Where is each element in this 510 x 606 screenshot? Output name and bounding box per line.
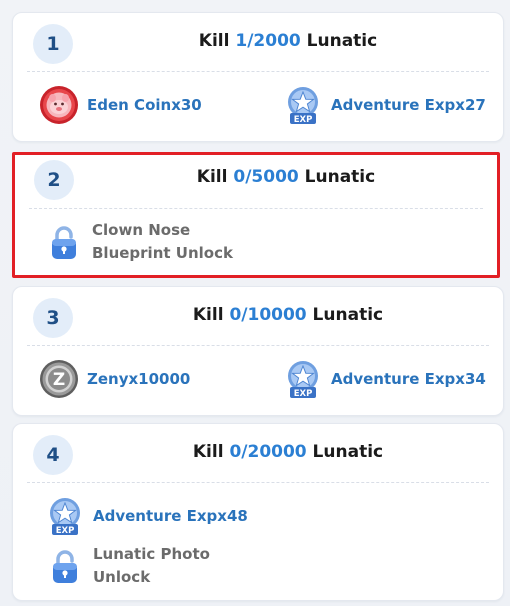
reward-label-line2: Unlock	[93, 568, 151, 586]
divider	[27, 345, 489, 346]
task-progress: 0/10000	[229, 305, 307, 325]
task-number-badge: 1	[33, 24, 73, 64]
reward-label-line1: Lunatic Photo	[93, 545, 210, 563]
task-title-prefix: Kill	[192, 442, 230, 462]
adventure-exp-icon: EXP	[50, 498, 80, 536]
task-title-prefix: Kill	[196, 167, 234, 187]
reward-label: Lunatic Photo Unlock	[93, 543, 210, 589]
reward-adventure-exp[interactable]: EXP Adventure Expx27	[283, 81, 486, 129]
reward-label-line1: Clown Nose	[92, 221, 191, 239]
lock-icon	[52, 226, 76, 259]
task-progress: 1/2000	[235, 31, 301, 51]
reward-clown-nose-blueprint[interactable]: Clown Nose Blueprint Unlock	[44, 218, 233, 266]
eden-coin-icon	[40, 86, 78, 124]
task-title: Kill 1/2000 Lunatic	[73, 31, 503, 51]
adventure-exp-icon: EXP	[288, 87, 318, 125]
reward-label: Adventure Expx34	[331, 370, 486, 388]
task-number-badge: 2	[34, 160, 74, 200]
task-card-4[interactable]: 4 Kill 0/20000 Lunatic EXP Adventure Exp…	[12, 423, 504, 601]
reward-zeny[interactable]: Z Zenyx10000	[39, 355, 190, 403]
task-header: 4 Kill 0/20000 Lunatic	[13, 424, 503, 482]
task-card-3[interactable]: 3 Kill 0/10000 Lunatic Z Zenyx10000 EXP …	[12, 286, 504, 416]
lock-icon	[53, 550, 77, 583]
reward-label: Adventure Expx27	[331, 96, 486, 114]
reward-eden-coin[interactable]: Eden Coinx30	[39, 81, 202, 129]
zeny-icon-text: Z	[53, 370, 65, 390]
task-title: Kill 0/20000 Lunatic	[73, 442, 503, 462]
reward-label: Eden Coinx30	[87, 96, 202, 114]
task-header: 1 Kill 1/2000 Lunatic	[13, 13, 503, 71]
task-title-suffix: Lunatic	[300, 31, 378, 51]
task-title-prefix: Kill	[192, 305, 230, 325]
zeny-coin-icon: Z	[40, 360, 78, 398]
task-title: Kill 0/10000 Lunatic	[73, 305, 503, 325]
divider	[27, 482, 489, 483]
task-title-suffix: Lunatic	[298, 167, 376, 187]
task-title-suffix: Lunatic	[306, 305, 384, 325]
task-header: 3 Kill 0/10000 Lunatic	[13, 287, 503, 345]
quest-panel: 1 Kill 1/2000 Lunatic Eden Coinx30 EXP A…	[0, 0, 510, 606]
divider	[27, 71, 489, 72]
exp-icon-text: EXP	[294, 115, 313, 125]
task-card-1[interactable]: 1 Kill 1/2000 Lunatic Eden Coinx30 EXP A…	[12, 12, 504, 142]
reward-label: Adventure Expx48	[93, 507, 248, 525]
task-card-2[interactable]: 2 Kill 0/5000 Lunatic Clown Nose Bluepri…	[12, 152, 500, 278]
task-title-prefix: Kill	[198, 31, 236, 51]
exp-icon-text: EXP	[294, 389, 313, 399]
reward-label: Zenyx10000	[87, 370, 191, 388]
adventure-exp-icon: EXP	[288, 361, 318, 399]
reward-adventure-exp[interactable]: EXP Adventure Expx34	[283, 355, 486, 403]
reward-adventure-exp[interactable]: EXP Adventure Expx48	[45, 492, 248, 540]
reward-label-line2: Blueprint Unlock	[92, 244, 233, 262]
divider	[29, 208, 483, 209]
task-progress: 0/20000	[229, 442, 307, 462]
task-number-badge: 4	[33, 435, 73, 475]
exp-icon-text: EXP	[56, 526, 75, 536]
reward-label: Clown Nose Blueprint Unlock	[92, 219, 233, 265]
reward-lunatic-photo[interactable]: Lunatic Photo Unlock	[45, 542, 210, 590]
task-header: 2 Kill 0/5000 Lunatic	[15, 152, 497, 210]
task-number-badge: 3	[33, 298, 73, 338]
task-title-suffix: Lunatic	[306, 442, 384, 462]
task-progress: 0/5000	[233, 167, 299, 187]
task-title: Kill 0/5000 Lunatic	[75, 167, 497, 187]
